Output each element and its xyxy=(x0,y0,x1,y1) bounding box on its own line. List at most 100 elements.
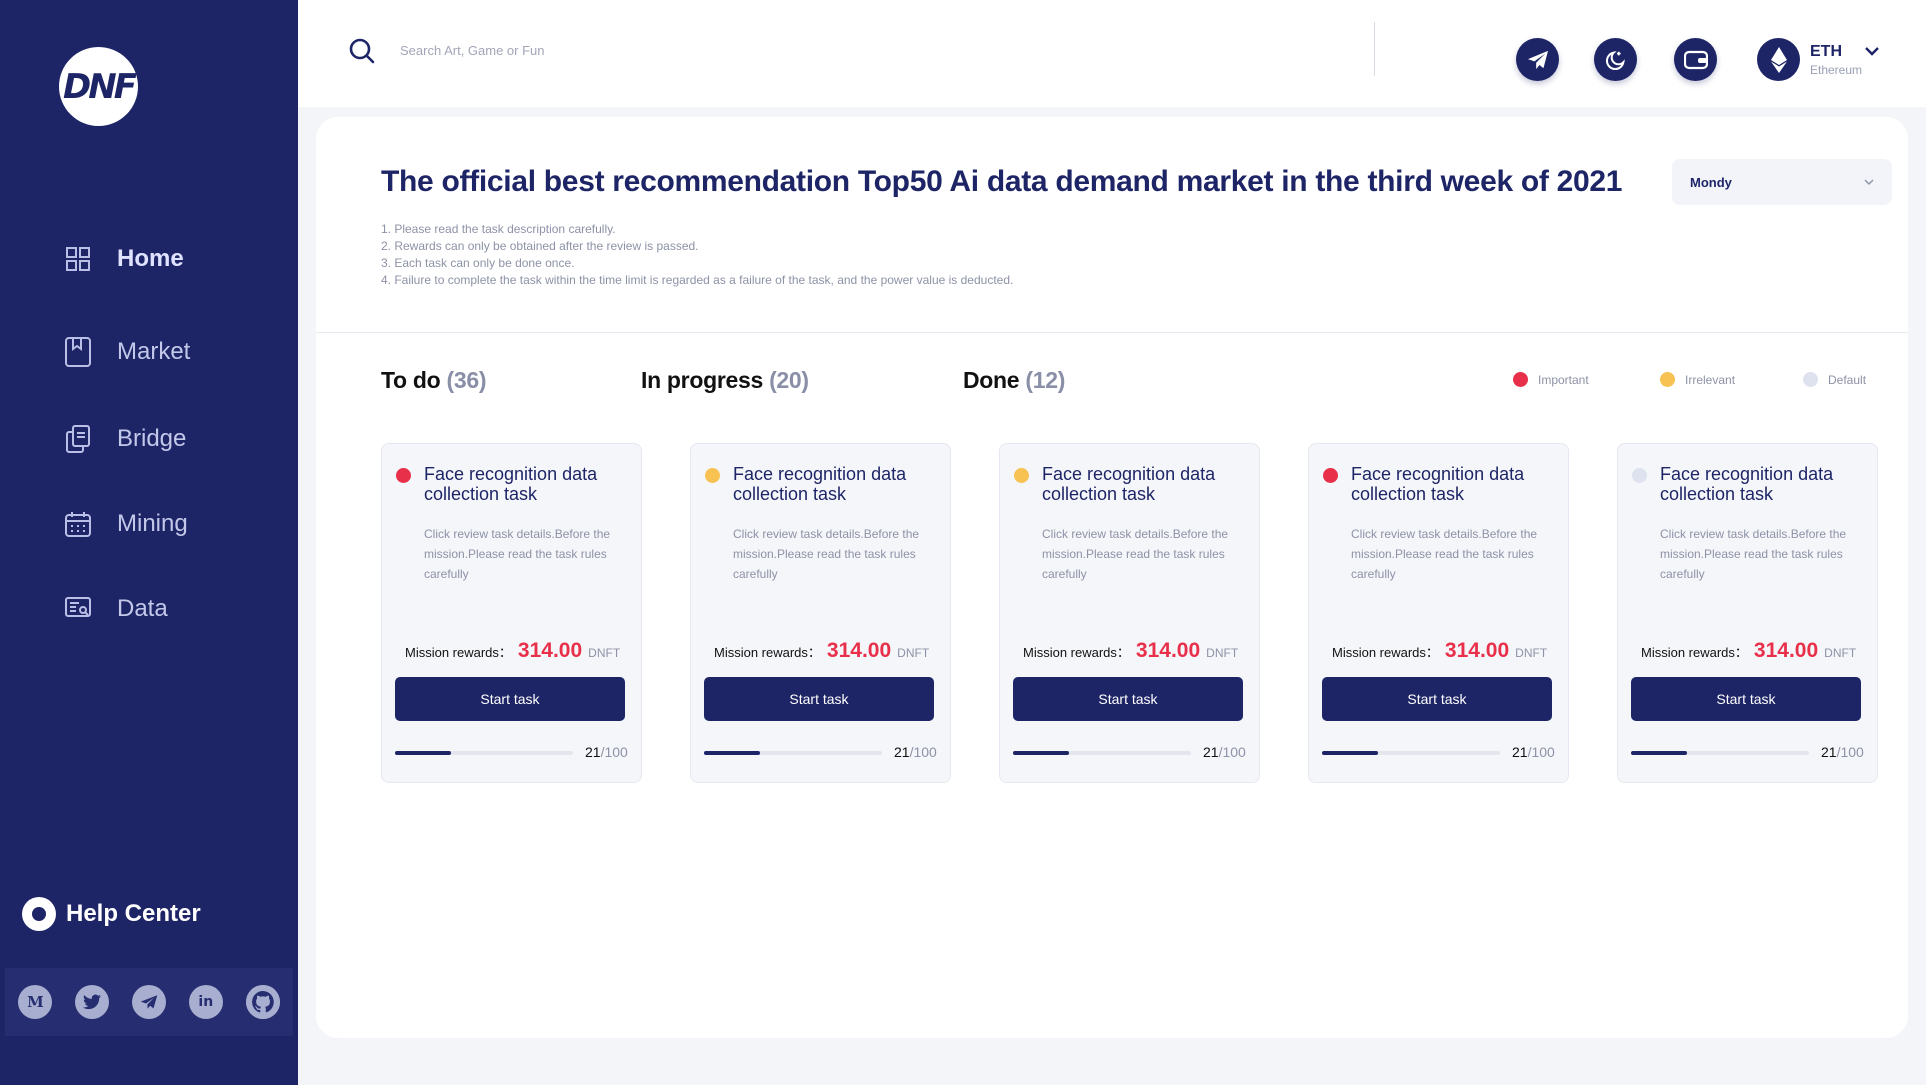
task-title: Face recognition data collection task xyxy=(1351,464,1525,504)
chevron-down-icon xyxy=(1864,179,1874,185)
tab-count: (12) xyxy=(1025,367,1066,393)
week-day-select[interactable]: Mondy xyxy=(1672,159,1892,205)
start-task-button[interactable]: Start task xyxy=(1013,677,1243,721)
help-center-label: Help Center xyxy=(66,900,201,927)
legend-label: Default xyxy=(1828,372,1867,387)
copy-icon xyxy=(64,424,91,454)
chat-bubble-icon xyxy=(22,897,56,931)
tab-label: Done xyxy=(963,367,1020,393)
legend-important: Important xyxy=(1513,372,1589,387)
wallet-button[interactable] xyxy=(1674,38,1717,81)
progress-total: /100 xyxy=(1218,744,1246,760)
task-card[interactable]: Face recognition data collection task Cl… xyxy=(1617,443,1878,783)
progress-total: /100 xyxy=(1836,744,1864,760)
logo[interactable]: DNF xyxy=(59,47,138,126)
progress-done: 21 xyxy=(585,744,601,760)
task-card[interactable]: Face recognition data collection task Cl… xyxy=(690,443,951,783)
progress-fill xyxy=(1322,751,1379,755)
ethereum-icon xyxy=(1757,38,1800,81)
reward-label: Mission rewards： xyxy=(1023,645,1130,660)
rule-item: 3. Each task can only be done once. xyxy=(381,256,575,270)
data-icon xyxy=(64,594,91,624)
progress-fill xyxy=(1013,751,1070,755)
task-card[interactable]: Face recognition data collection task Cl… xyxy=(381,443,642,783)
sidebar-item-bridge[interactable]: Bridge xyxy=(64,419,186,459)
send-button[interactable] xyxy=(1516,38,1559,81)
tab-todo[interactable]: To do (36) xyxy=(381,367,486,394)
telegram-icon[interactable] xyxy=(131,985,166,1019)
progress-bar xyxy=(395,751,573,755)
task-title: Face recognition data collection task xyxy=(1660,464,1834,504)
calendar-icon xyxy=(64,509,91,539)
mission-reward: Mission rewards： 314.00 DNFT xyxy=(405,639,620,663)
start-task-button[interactable]: Start task xyxy=(1631,677,1861,721)
github-icon[interactable] xyxy=(245,985,280,1019)
progress-bar xyxy=(1013,751,1191,755)
sidebar-item-mining[interactable]: Mining xyxy=(64,504,188,544)
help-center-link[interactable]: Help Center xyxy=(22,897,201,931)
rule-item: 4. Failure to complete the task within t… xyxy=(381,273,1014,287)
reward-amount: 314.00 xyxy=(1135,639,1201,662)
paper-plane-icon xyxy=(1527,50,1548,69)
sidebar-item-market[interactable]: Market xyxy=(64,332,190,372)
linkedin-icon[interactable]: in xyxy=(188,985,223,1019)
sidebar: DNF Home Market Bridge Mining Data Help … xyxy=(0,0,298,1085)
tab-in-progress[interactable]: In progress (20) xyxy=(641,367,809,394)
wallet-icon xyxy=(1683,50,1708,69)
start-task-button[interactable]: Start task xyxy=(1322,677,1552,721)
task-card[interactable]: Face recognition data collection task Cl… xyxy=(1308,443,1569,783)
search-input[interactable] xyxy=(400,38,1000,62)
progress-bar xyxy=(1631,751,1809,755)
sidebar-item-data[interactable]: Data xyxy=(64,589,168,629)
task-description: Click review task details.Before the mis… xyxy=(1042,527,1229,581)
legend-dot xyxy=(1513,372,1528,387)
task-description: Click review task details.Before the mis… xyxy=(1351,527,1538,581)
progress-done: 21 xyxy=(1821,744,1837,760)
task-card[interactable]: Face recognition data collection task Cl… xyxy=(999,443,1260,783)
reward-label: Mission rewards： xyxy=(1641,645,1748,660)
moon-icon xyxy=(1605,50,1625,70)
network-symbol: ETH xyxy=(1810,42,1842,60)
search-icon[interactable] xyxy=(349,38,375,69)
priority-dot xyxy=(396,468,411,483)
network-selector[interactable]: ETH Ethereum xyxy=(1757,38,1862,81)
legend-label: Irrelevant xyxy=(1685,372,1736,387)
rule-item: 1. Please read the task description care… xyxy=(381,222,616,236)
tab-label: To do xyxy=(381,367,441,393)
progress-fill xyxy=(395,751,452,755)
task-description: Click review task details.Before the mis… xyxy=(1660,527,1847,581)
task-title: Face recognition data collection task xyxy=(733,464,907,504)
logo-text: DNF xyxy=(63,66,137,107)
tab-done[interactable]: Done (12) xyxy=(963,367,1065,394)
progress-total: /100 xyxy=(1527,744,1555,760)
sidebar-item-label: Bridge xyxy=(117,425,187,452)
bookmark-icon xyxy=(64,337,91,367)
sidebar-item-home[interactable]: Home xyxy=(64,239,184,279)
theme-toggle-button[interactable] xyxy=(1594,38,1637,81)
start-task-button[interactable]: Start task xyxy=(395,677,625,721)
medium-icon[interactable]: M xyxy=(18,985,53,1019)
progress-total: /100 xyxy=(909,744,937,760)
legend-dot xyxy=(1660,372,1675,387)
progress-fill xyxy=(1631,751,1688,755)
progress-done: 21 xyxy=(1203,744,1219,760)
sidebar-item-label: Data xyxy=(117,595,168,622)
legend-dot xyxy=(1803,372,1818,387)
priority-dot xyxy=(1632,468,1647,483)
grid-icon xyxy=(64,244,91,274)
task-rules: 1. Please read the task description care… xyxy=(381,221,1013,289)
select-value: Mondy xyxy=(1690,174,1732,190)
progress-fill xyxy=(704,751,761,755)
progress-done: 21 xyxy=(894,744,910,760)
task-title: Face recognition data collection task xyxy=(1042,464,1216,504)
priority-dot xyxy=(1323,468,1338,483)
reward-label: Mission rewards： xyxy=(714,645,821,660)
progress-bar xyxy=(704,751,882,755)
sidebar-item-label: Mining xyxy=(117,510,188,537)
progress-count: 21/100 xyxy=(1203,744,1246,760)
chevron-down-icon[interactable] xyxy=(1864,44,1880,62)
topbar-divider xyxy=(1374,22,1375,76)
task-description: Click review task details.Before the mis… xyxy=(424,527,611,581)
start-task-button[interactable]: Start task xyxy=(704,677,934,721)
twitter-icon[interactable] xyxy=(75,985,110,1019)
